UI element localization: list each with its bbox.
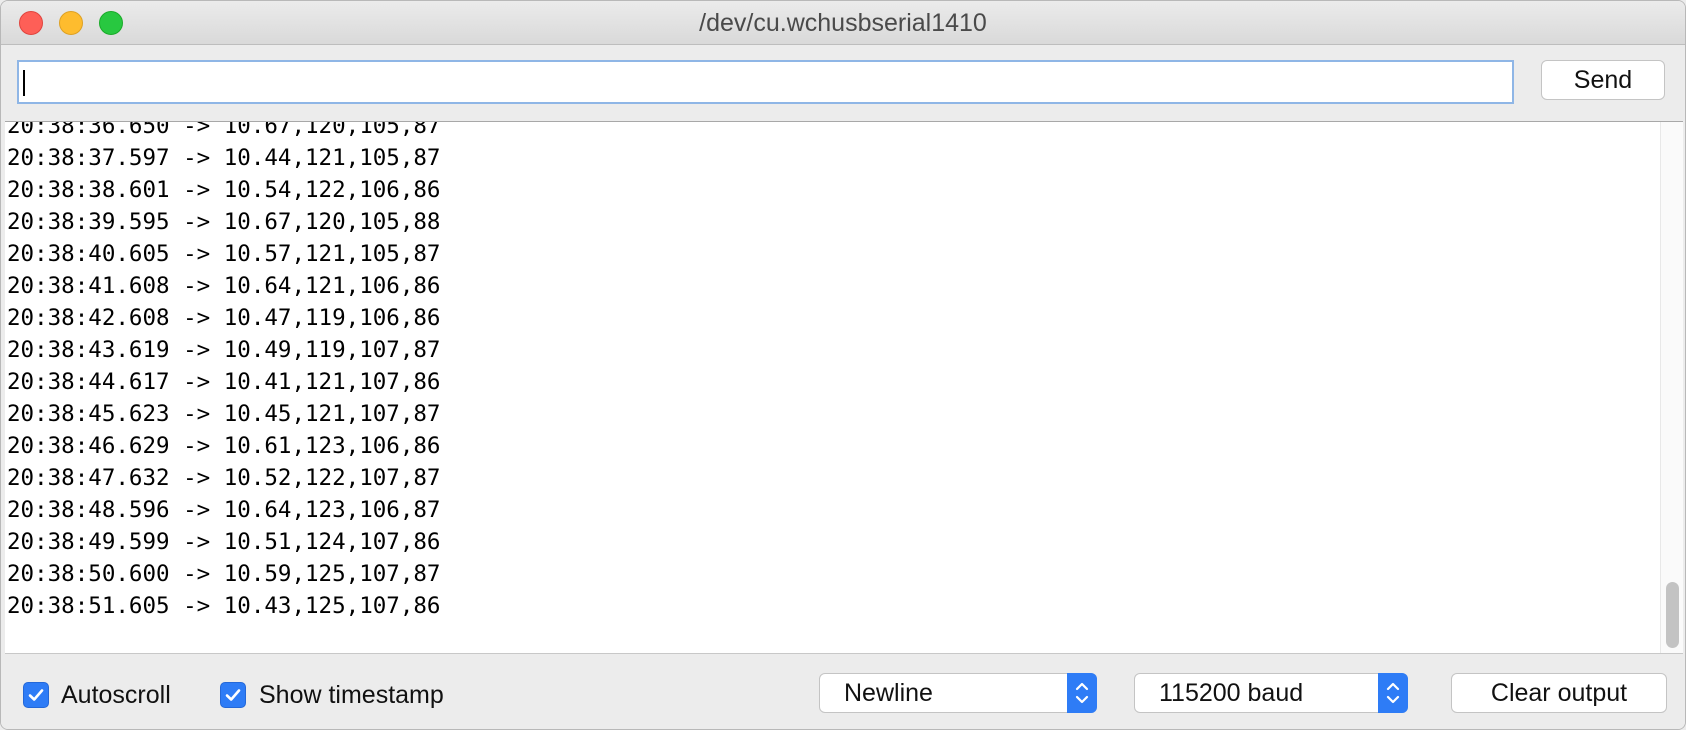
show-timestamp-label: Show timestamp [259, 681, 444, 709]
output-line: 20:38:50.600 -> 10.59,125,107,87 [7, 561, 441, 587]
scrollbar-thumb[interactable] [1666, 582, 1679, 648]
checkmark-icon [28, 689, 44, 701]
window-title: /dev/cu.wchusbserial1410 [699, 9, 987, 37]
send-button[interactable]: Send [1541, 60, 1665, 100]
clear-output-button[interactable]: Clear output [1451, 673, 1667, 713]
bottom-toolbar: Autoscroll Show timestamp Newline 115200… [1, 654, 1685, 729]
output-line: 20:38:51.605 -> 10.43,125,107,86 [7, 593, 441, 619]
serial-output-area[interactable]: 20:38:36.650 -> 10.67,120,105,87 20:38:37… [5, 121, 1683, 654]
output-lines: 20:38:36.650 -> 10.67,120,105,87 20:38:37… [7, 121, 441, 622]
send-input[interactable] [17, 60, 1514, 104]
output-scrollbar[interactable] [1660, 122, 1683, 653]
output-line: 20:38:46.629 -> 10.61,123,106,86 [7, 433, 441, 459]
output-line: 20:38:44.617 -> 10.41,121,107,86 [7, 369, 441, 395]
line-ending-select[interactable]: Newline [819, 673, 1097, 713]
output-line: 20:38:41.608 -> 10.64,121,106,86 [7, 273, 441, 299]
output-line: 20:38:49.599 -> 10.51,124,107,86 [7, 529, 441, 555]
output-line: 20:38:43.619 -> 10.49,119,107,87 [7, 337, 441, 363]
baud-rate-value: 115200 baud [1159, 679, 1304, 707]
baud-rate-stepper[interactable] [1378, 673, 1408, 713]
updown-chevron-icon [1075, 682, 1089, 704]
output-line: 20:38:37.597 -> 10.44,121,105,87 [7, 145, 441, 171]
title-bar: /dev/cu.wchusbserial1410 [1, 1, 1685, 45]
line-ending-stepper[interactable] [1067, 673, 1097, 713]
text-cursor [23, 70, 25, 96]
output-line: 20:38:42.608 -> 10.47,119,106,86 [7, 305, 441, 331]
output-line: 20:38:48.596 -> 10.64,123,106,87 [7, 497, 441, 523]
output-line: 20:38:36.650 -> 10.67,120,105,87 [7, 121, 441, 139]
output-line: 20:38:47.632 -> 10.52,122,107,87 [7, 465, 441, 491]
autoscroll-checkbox[interactable] [23, 682, 49, 708]
baud-rate-select[interactable]: 115200 baud [1134, 673, 1408, 713]
output-line: 20:38:40.605 -> 10.57,121,105,87 [7, 241, 441, 267]
show-timestamp-checkbox[interactable] [220, 682, 246, 708]
autoscroll-label: Autoscroll [61, 681, 171, 709]
line-ending-value: Newline [844, 679, 933, 707]
output-line: 20:38:45.623 -> 10.45,121,107,87 [7, 401, 441, 427]
output-line: 20:38:38.601 -> 10.54,122,106,86 [7, 177, 441, 203]
send-row: Send [1, 45, 1685, 121]
checkmark-icon [225, 689, 241, 701]
serial-monitor-window: /dev/cu.wchusbserial1410 Send 20:38:36.6… [0, 0, 1686, 730]
updown-chevron-icon [1386, 682, 1400, 704]
output-line: 20:38:39.595 -> 10.67,120,105,88 [7, 209, 441, 235]
